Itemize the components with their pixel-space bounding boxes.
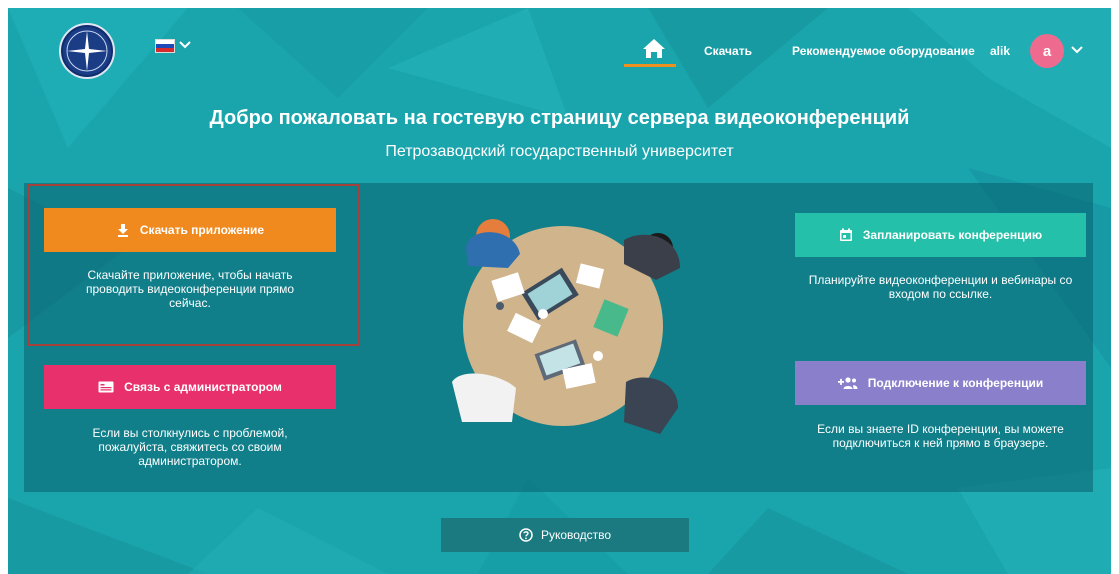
contact-card-icon [98, 381, 114, 393]
download-app-label: Скачать приложение [139, 223, 265, 237]
page-title: Добро пожаловать на гостевую страницу се… [209, 107, 910, 129]
logo-star-icon [63, 27, 111, 75]
add-group-icon [837, 377, 858, 389]
download-app-button[interactable]: Скачать приложение [44, 208, 336, 252]
nav-equipment-link[interactable]: Рекомендуемое оборудование [792, 44, 975, 58]
contact-admin-button[interactable]: Связь с администратором [44, 365, 336, 409]
home-icon[interactable] [634, 32, 674, 66]
contact-admin-description: Если вы столкнулись с проблемой, пожалуй… [92, 426, 288, 468]
schedule-conference-label: Запланировать конференцию [862, 228, 1043, 242]
meeting-table-illustration [452, 219, 680, 434]
home-active-indicator [624, 64, 676, 67]
download-icon [117, 224, 128, 237]
schedule-conference-description: Планируйте видеоконференции и вебинары с… [808, 273, 1073, 301]
join-conference-description: Если вы знаете ID конференции, вы можете… [817, 422, 1064, 450]
university-logo[interactable] [59, 23, 115, 79]
guide-label: Руководство [540, 528, 612, 542]
user-menu-chevron-down-icon[interactable] [1070, 43, 1084, 57]
calendar-icon [839, 228, 852, 241]
join-conference-button[interactable]: Подключение к конференции [795, 361, 1086, 405]
join-conference-label: Подключение к конференции [867, 376, 1044, 390]
page-subtitle: Петрозаводский государственный университ… [385, 143, 734, 160]
russian-flag-icon[interactable] [155, 39, 175, 53]
user-name[interactable]: alik [990, 44, 1010, 58]
avatar[interactable]: a [1030, 34, 1064, 68]
help-circle-icon [519, 528, 533, 542]
guide-button[interactable]: Руководство [441, 518, 689, 552]
schedule-conference-button[interactable]: Запланировать конференцию [795, 213, 1086, 257]
language-chevron-down-icon[interactable] [178, 38, 192, 52]
contact-admin-label: Связь с администратором [124, 380, 282, 394]
page-frame: Скачать Рекомендуемое оборудование alik … [8, 8, 1111, 574]
nav-download-link[interactable]: Скачать [704, 44, 752, 58]
download-app-description: Скачайте приложение, чтобы начать провод… [86, 268, 294, 310]
